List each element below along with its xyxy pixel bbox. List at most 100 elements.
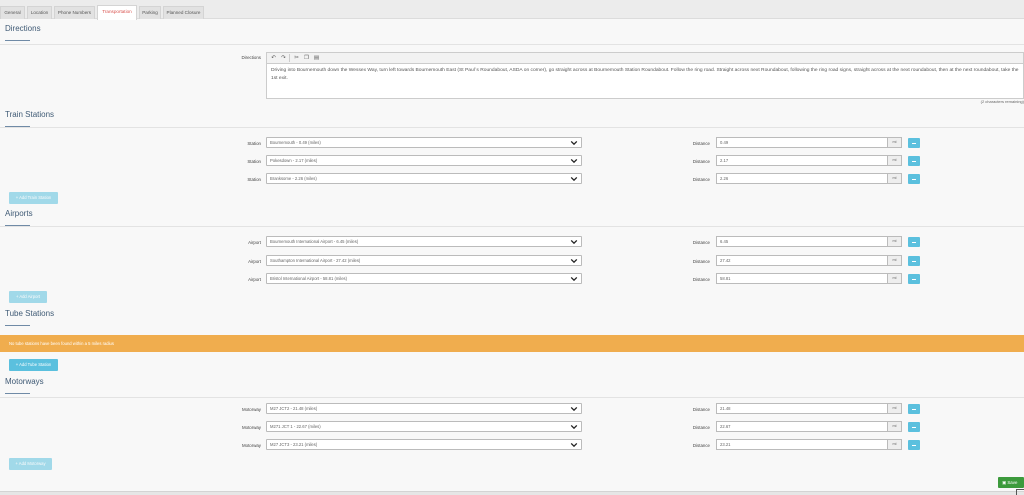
station-select-value: Branksome - 2.26 (miles): [270, 176, 317, 181]
station-label: Station: [247, 177, 261, 182]
station-label: Station: [247, 159, 261, 164]
remove-airport-button[interactable]: [908, 256, 920, 266]
add-tube-station-button[interactable]: + Add Tube Station: [9, 359, 58, 371]
distance-label: Distance: [692, 277, 710, 282]
divider: [0, 226, 1024, 227]
tube-stations-title: Tube Stations: [5, 309, 55, 318]
remove-motorway-button[interactable]: [908, 440, 920, 450]
motorway-select-value: M271 JCT 1 - 22.67 (miles): [270, 424, 321, 429]
unit-addon: mi: [887, 155, 902, 166]
distance-label: Distance: [692, 159, 710, 164]
distance-input[interactable]: 58.81: [716, 273, 887, 284]
remove-airport-button[interactable]: [908, 237, 920, 247]
directions-label: Directions: [241, 55, 261, 60]
tab-transportation[interactable]: Transportation: [97, 5, 137, 20]
copy-icon[interactable]: ❐: [302, 54, 311, 62]
add-motorway-button[interactable]: + Add Motorway: [9, 458, 52, 470]
unit-addon: mi: [887, 439, 902, 450]
unit-addon: mi: [887, 255, 902, 266]
motorway-label: Motorway: [241, 443, 261, 448]
chevron-down-icon: [570, 442, 578, 448]
airport-select[interactable]: Bournemouth International Airport - 6.45…: [266, 236, 582, 247]
airport-select-value: Southampton International Airport - 27.4…: [270, 258, 361, 263]
distance-input[interactable]: 23.21: [716, 439, 887, 450]
distance-input[interactable]: 22.67: [716, 421, 887, 432]
tab-general[interactable]: General: [0, 6, 25, 19]
no-tube-stations-alert: No tube stations have been found within …: [0, 335, 1024, 352]
editor-toolbar: ↶ ↷ ✂ ❐ ▤: [266, 52, 1024, 63]
add-train-station-button[interactable]: + Add Train Station: [9, 192, 58, 204]
motorways-title: Motorways: [5, 377, 44, 386]
unit-addon: mi: [887, 403, 902, 414]
airport-select[interactable]: Bristol International Airport - 58.81 (m…: [266, 273, 582, 284]
divider: [0, 44, 1024, 45]
motorway-select[interactable]: M27 JCT3 - 23.21 (miles): [266, 439, 582, 450]
airport-select-value: Bournemouth International Airport - 6.45…: [270, 239, 359, 244]
airport-label: Airport: [248, 277, 261, 282]
distance-input[interactable]: 21.48: [716, 403, 887, 414]
distance-label: Distance: [692, 259, 710, 264]
motorway-label: Motorway: [241, 407, 261, 412]
resize-handle: [1016, 489, 1024, 495]
airport-label: Airport: [248, 240, 261, 245]
distance-input[interactable]: 2.26: [716, 173, 887, 184]
distance-input[interactable]: 2.17: [716, 155, 887, 166]
distance-input[interactable]: 6.45: [716, 236, 887, 247]
unit-addon: mi: [887, 421, 902, 432]
toolbar-separator: [289, 54, 290, 62]
tab-phone-numbers[interactable]: Phone Numbers: [54, 6, 95, 19]
distance-label: Distance: [692, 407, 710, 412]
chevron-down-icon: [570, 176, 578, 182]
distance-input[interactable]: 0.49: [716, 137, 887, 148]
motorway-select[interactable]: M271 JCT 1 - 22.67 (miles): [266, 421, 582, 432]
remove-airport-button[interactable]: [908, 274, 920, 284]
divider: [0, 127, 1024, 128]
directions-title-rule: [5, 40, 30, 41]
cut-icon[interactable]: ✂: [292, 54, 301, 62]
distance-label: Distance: [692, 425, 710, 430]
tube-stations-title-rule: [5, 325, 30, 326]
station-select[interactable]: Branksome - 2.26 (miles): [266, 173, 582, 184]
train-stations-title: Train Stations: [5, 110, 55, 119]
divider: [0, 397, 1024, 398]
distance-label: Distance: [692, 443, 710, 448]
station-select[interactable]: Pokesdown - 2.17 (miles): [266, 155, 582, 166]
airports-title: Airports: [5, 209, 33, 218]
unit-addon: mi: [887, 236, 902, 247]
footer-bar: [0, 491, 1024, 495]
remove-motorway-button[interactable]: [908, 404, 920, 414]
paste-icon[interactable]: ▤: [312, 54, 321, 62]
airport-label: Airport: [248, 259, 261, 264]
tab-location[interactable]: Location: [27, 6, 52, 19]
save-label: Save: [1007, 480, 1018, 485]
distance-label: Distance: [692, 177, 710, 182]
station-select-value: Pokesdown - 2.17 (miles): [270, 158, 318, 163]
redo-icon[interactable]: ↷: [279, 54, 288, 62]
chevron-down-icon: [570, 140, 578, 146]
motorway-label: Motorway: [241, 425, 261, 430]
airport-select-value: Bristol International Airport - 58.81 (m…: [270, 276, 348, 281]
remove-station-button[interactable]: [908, 138, 920, 148]
remove-motorway-button[interactable]: [908, 422, 920, 432]
characters-remaining: (2 characters remaining): [980, 99, 1024, 104]
motorway-select[interactable]: M27 JCT2 - 21.48 (miles): [266, 403, 582, 414]
add-airport-button[interactable]: + Add Airport: [9, 291, 47, 303]
chevron-down-icon: [570, 276, 578, 282]
save-button[interactable]: ▣ Save: [998, 477, 1024, 488]
directions-title: Directions: [5, 24, 41, 33]
remove-station-button[interactable]: [908, 156, 920, 166]
chevron-down-icon: [570, 258, 578, 264]
directions-textarea[interactable]: Driving into Bournemouth down the Wessex…: [266, 63, 1024, 99]
tab-planned-closure[interactable]: Planned Closure: [163, 6, 204, 19]
distance-label: Distance: [692, 141, 710, 146]
undo-icon[interactable]: ↶: [269, 54, 278, 62]
remove-station-button[interactable]: [908, 174, 920, 184]
distance-label: Distance: [692, 240, 710, 245]
tab-parking[interactable]: Parking: [139, 6, 161, 19]
motorway-select-value: M27 JCT2 - 21.48 (miles): [270, 406, 318, 411]
distance-input[interactable]: 27.42: [716, 255, 887, 266]
chevron-down-icon: [570, 424, 578, 430]
station-select[interactable]: Bournemouth - 0.49 (miles): [266, 137, 582, 148]
tab-bar: General Location Phone Numbers Transport…: [0, 0, 1024, 20]
airport-select[interactable]: Southampton International Airport - 27.4…: [266, 255, 582, 266]
